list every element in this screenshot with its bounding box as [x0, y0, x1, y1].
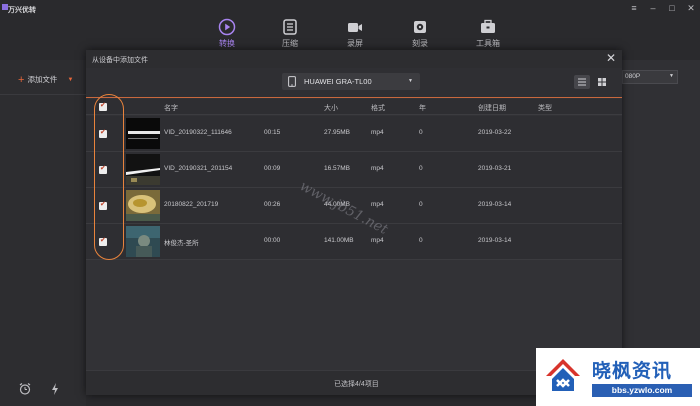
file-created: 2019-03-14 [478, 201, 512, 208]
chevron-down-icon: ▼ [408, 78, 413, 84]
file-name: 20180822_201719 [164, 201, 219, 208]
table-row[interactable]: VID_20190321_201154 00:09 16.57MB mp4 0 … [86, 152, 622, 188]
badge-url: bbs.yzwlo.com [592, 384, 692, 397]
table-row[interactable]: VID_20190322_111646 00:15 27.95MB mp4 0 … [86, 116, 622, 152]
title-bar: 万兴优转 ≡ – □ ✕ [0, 0, 700, 20]
file-format: mp4 [371, 165, 384, 172]
device-select[interactable]: HUAWEI GRA-TL00 ▼ [282, 73, 420, 90]
badge-title: 晓枫资讯 [592, 361, 673, 382]
tab-record-label: 录屏 [347, 39, 363, 48]
bottom-toolbar [0, 374, 86, 406]
file-duration: 00:00 [264, 237, 281, 244]
close-window-icon[interactable]: ✕ [686, 3, 696, 13]
disc-icon [414, 21, 426, 33]
file-name: 林俊杰-圣所 [164, 240, 199, 247]
file-format: mp4 [371, 129, 384, 136]
grid-view-button[interactable] [594, 75, 610, 89]
add-file-label: 添加文件 [27, 75, 58, 84]
compress-icon [283, 19, 297, 35]
camera-icon [348, 23, 362, 32]
file-duration: 00:09 [264, 165, 281, 172]
highlight-annotation [94, 94, 124, 260]
close-icon[interactable]: ✕ [606, 52, 616, 64]
file-size: 16.57MB [324, 165, 351, 172]
lightning-icon[interactable] [48, 382, 62, 396]
file-duration: 00:15 [264, 129, 281, 136]
file-format: mp4 [371, 237, 384, 244]
add-file-button[interactable]: + 添加文件 ▼ [18, 74, 73, 85]
left-sidebar [0, 60, 86, 406]
file-created: 2019-03-14 [478, 237, 512, 244]
tab-compress-label: 压缩 [282, 39, 298, 48]
list-icon [578, 78, 586, 86]
file-duration: 00:26 [264, 201, 281, 208]
phone-icon [288, 76, 296, 87]
file-year: 0 [419, 129, 423, 136]
device-bar: HUAWEI GRA-TL00 ▼ [86, 68, 622, 98]
video-thumbnail [126, 226, 160, 257]
chevron-down-icon[interactable]: ▼ [67, 77, 73, 83]
column-name: 名字 [164, 105, 178, 112]
accent-divider [86, 97, 622, 98]
maximize-icon[interactable]: □ [667, 3, 677, 13]
file-year: 0 [419, 237, 423, 244]
file-name: VID_20190321_201154 [164, 165, 233, 172]
table-header: 名字 大小 格式 年 创建日期 类型 [86, 99, 622, 115]
video-thumbnail [126, 118, 160, 149]
dialog-header: 从设备中添加文件 ✕ [86, 50, 622, 68]
menu-icon[interactable]: ≡ [629, 3, 639, 13]
minimize-icon[interactable]: – [648, 3, 658, 13]
table-row[interactable]: 林俊杰-圣所 00:00 141.00MB mp4 0 2019-03-14 [86, 224, 622, 260]
tab-burn-label: 刻录 [412, 39, 428, 48]
column-created: 创建日期 [478, 105, 506, 112]
dialog-title: 从设备中添加文件 [92, 57, 148, 64]
selected-count: 已选择4/4项目 [334, 381, 379, 388]
column-size: 大小 [324, 105, 338, 112]
alarm-clock-icon[interactable] [18, 382, 32, 396]
column-format: 格式 [371, 105, 385, 112]
file-format: mp4 [371, 201, 384, 208]
list-view-button[interactable] [574, 75, 590, 89]
column-type: 类型 [538, 105, 552, 112]
play-circle-icon [218, 18, 236, 36]
video-thumbnail [126, 190, 160, 221]
file-created: 2019-03-21 [478, 165, 512, 172]
app-title: 万兴优转 [8, 7, 36, 14]
file-size: 27.95MB [324, 129, 351, 136]
chevron-down-icon: ▼ [669, 73, 674, 79]
device-name: HUAWEI GRA-TL00 [304, 77, 372, 86]
toolbox-icon [481, 19, 495, 33]
video-thumbnail [126, 154, 160, 185]
file-created: 2019-03-22 [478, 129, 512, 136]
grid-icon [598, 78, 606, 86]
divider [0, 94, 86, 95]
file-year: 0 [419, 165, 423, 172]
file-year: 0 [419, 201, 423, 208]
site-badge: 晓枫资讯 bbs.yzwlo.com [536, 348, 700, 406]
file-size: 141.00MB [324, 237, 354, 244]
tab-convert-label: 转换 [219, 39, 235, 48]
file-name: VID_20190322_111646 [164, 129, 232, 136]
plus-icon: + [18, 73, 25, 86]
column-year: 年 [419, 105, 426, 112]
resolution-value: 080P [625, 73, 641, 80]
resolution-select[interactable]: 080P ▼ [622, 70, 678, 84]
tab-toolbox-label: 工具箱 [476, 39, 500, 48]
house-logo-icon [546, 359, 580, 391]
